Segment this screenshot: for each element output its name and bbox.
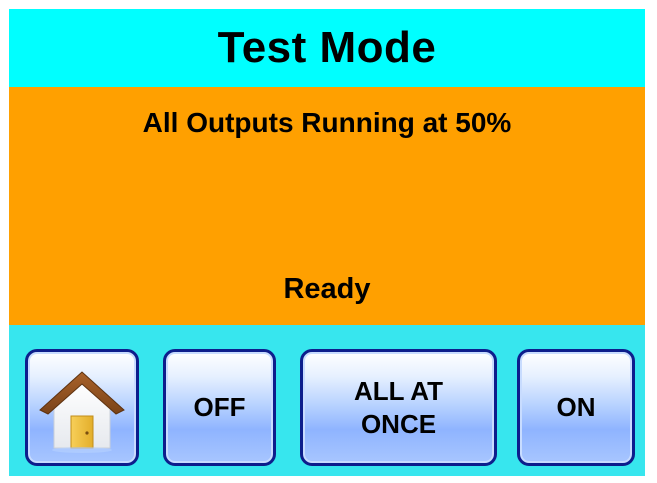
home-button[interactable]	[25, 349, 139, 466]
status-panel: All Outputs Running at 50% Ready	[9, 87, 645, 325]
off-button-label: OFF	[193, 392, 246, 422]
home-icon	[39, 370, 125, 453]
page-title: Test Mode	[217, 23, 437, 72]
all-at-once-button-label: ALL AT ONCE	[353, 375, 444, 439]
on-button[interactable]: ON	[517, 349, 635, 466]
off-button[interactable]: OFF	[163, 349, 276, 466]
on-button-label: ON	[556, 392, 596, 422]
status-state: Ready	[283, 273, 371, 305]
title-bar: Test Mode	[9, 9, 645, 87]
status-message: All Outputs Running at 50%	[142, 107, 512, 138]
all-at-once-button[interactable]: ALL AT ONCE	[300, 349, 497, 466]
